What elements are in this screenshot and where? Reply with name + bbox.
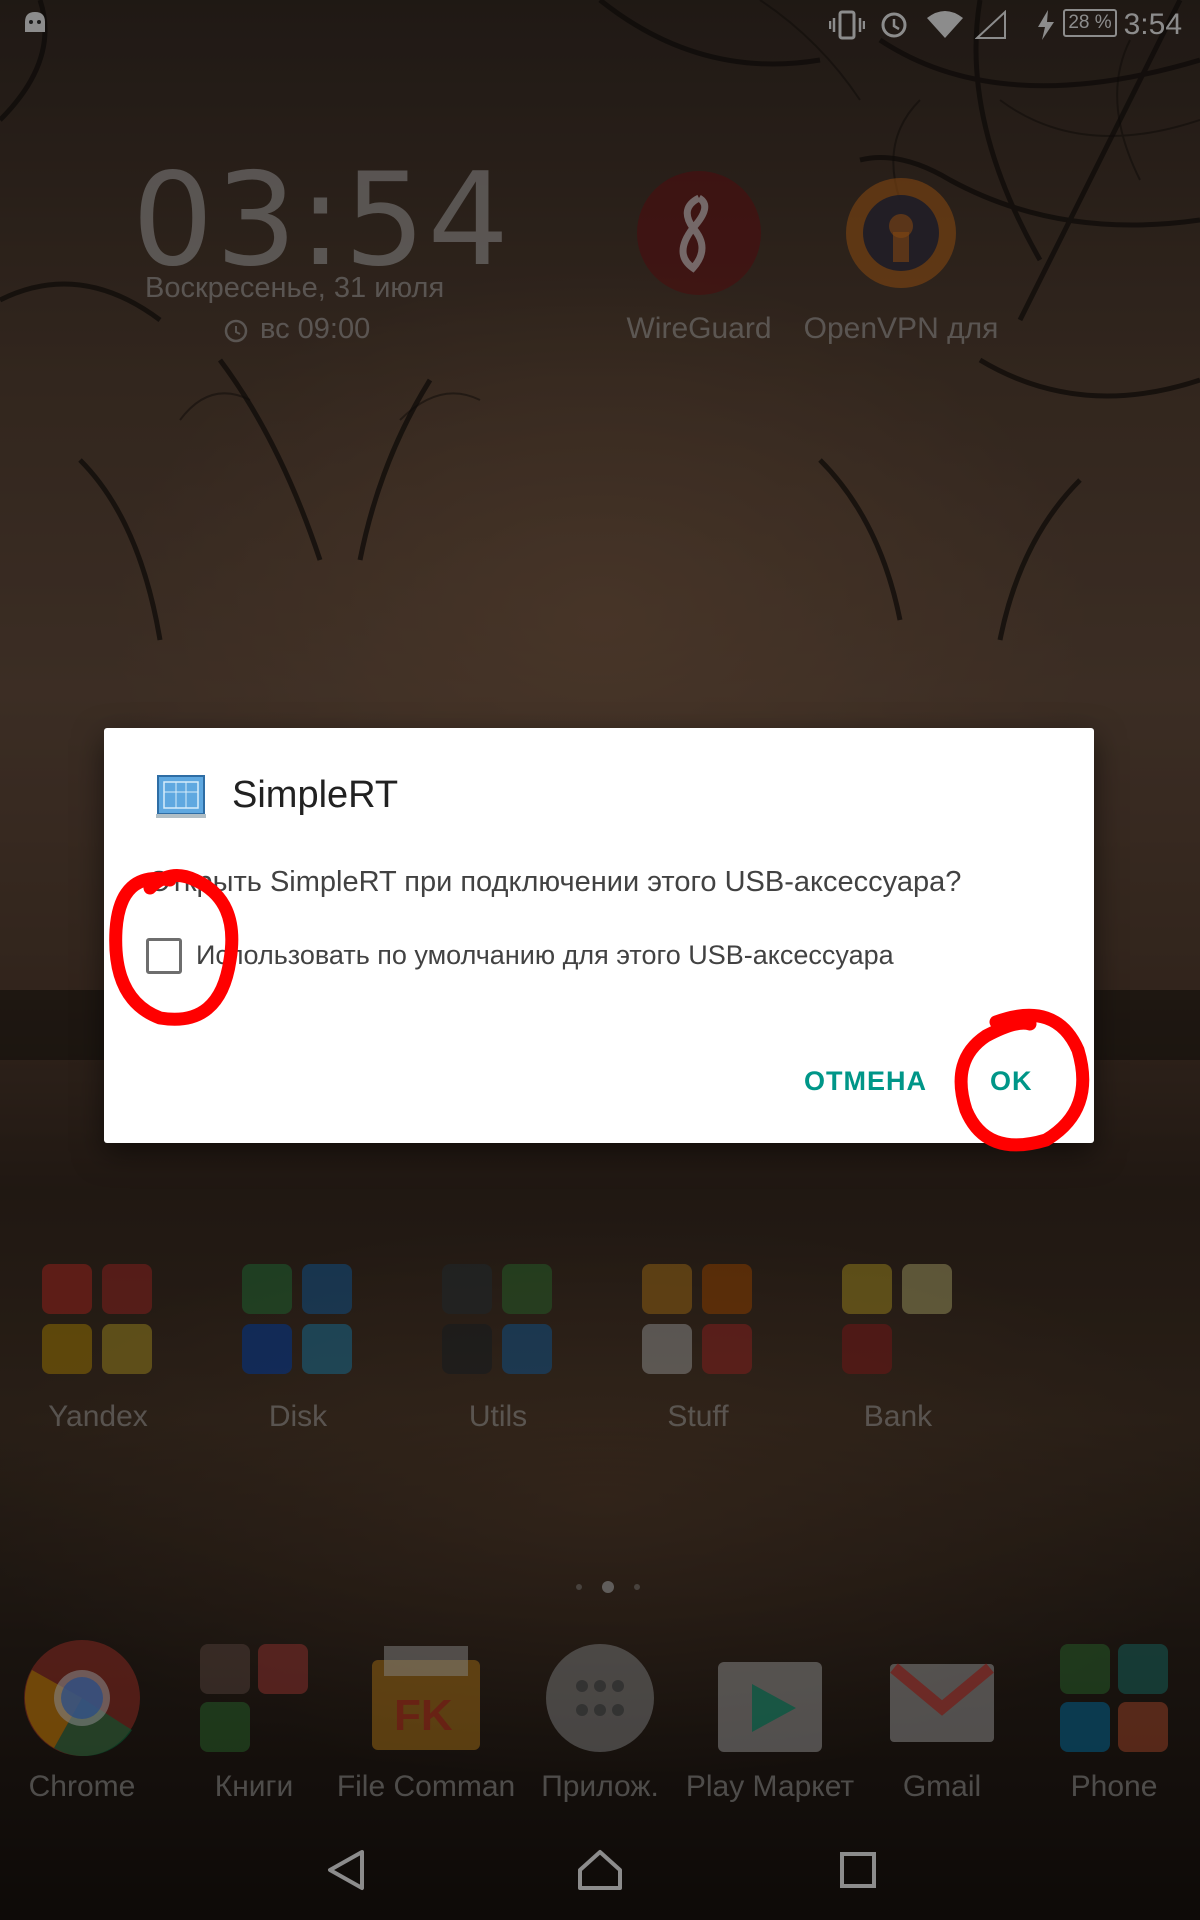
dialog-message: Открыть SimpleRT при подключении этого U… [148, 866, 962, 898]
ok-button[interactable]: OK [990, 1066, 1033, 1097]
always-use-checkbox-label[interactable]: Использовать по умолчанию для этого USB-… [196, 940, 894, 971]
usb-accessory-dialog: SimpleRT Открыть SimpleRT при подключени… [104, 728, 1094, 1143]
dialog-title: SimpleRT [232, 774, 399, 816]
always-use-checkbox[interactable] [146, 938, 182, 974]
simplert-app-icon [156, 775, 206, 818]
cancel-button[interactable]: ОТМЕНА [804, 1066, 927, 1097]
